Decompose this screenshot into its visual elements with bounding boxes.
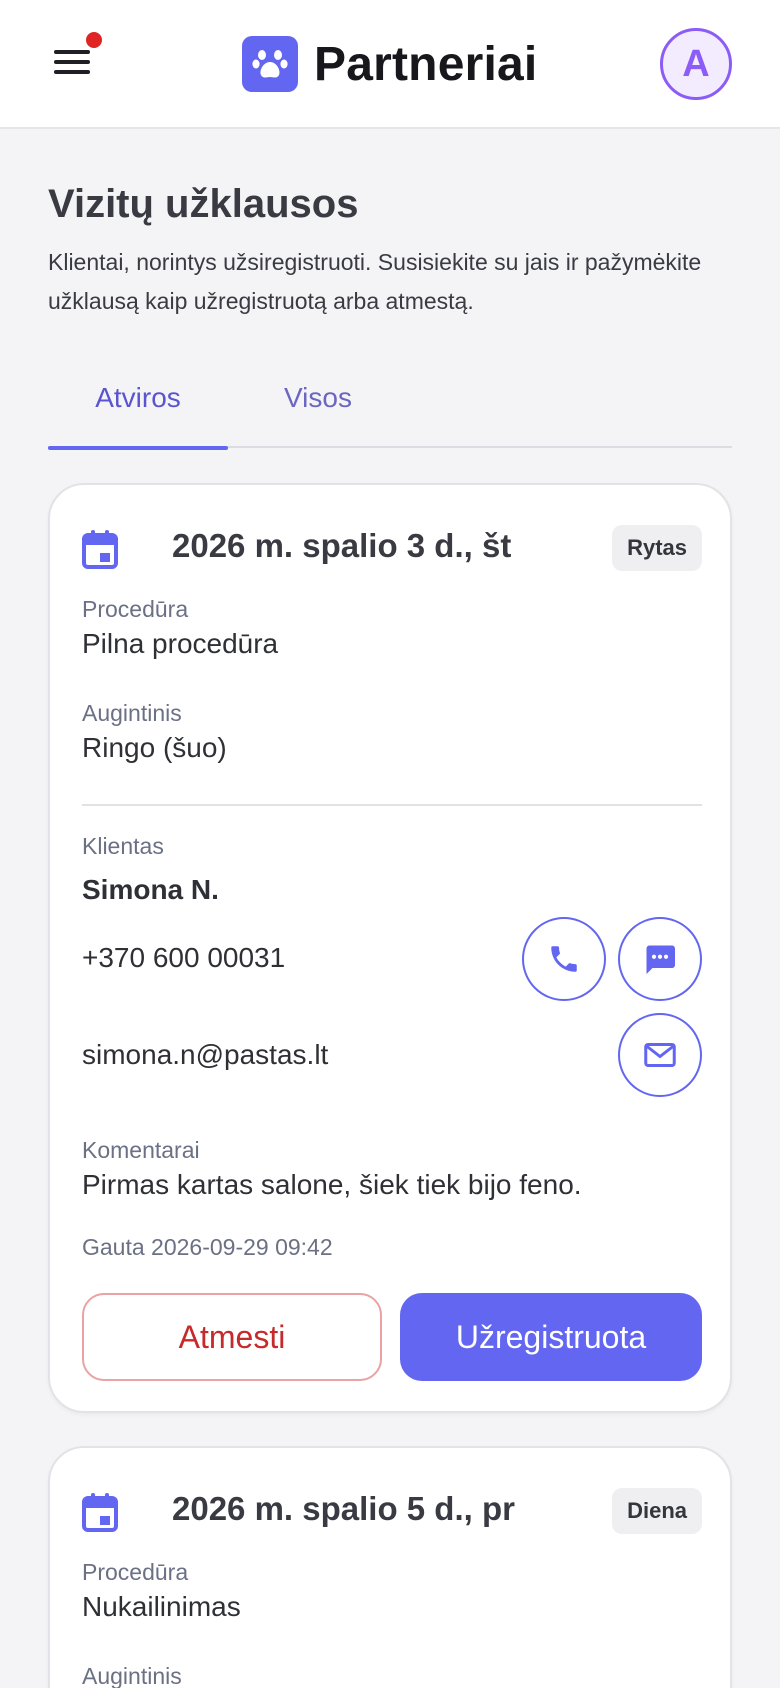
paw-icon — [242, 36, 298, 92]
phone-icon — [551, 946, 577, 972]
time-slot-badge: Rytas — [612, 525, 702, 571]
comments-value: Pirmas kartas salone, šiek tiek bijo fen… — [82, 1169, 582, 1200]
notification-dot — [86, 32, 102, 48]
calendar-icon — [82, 530, 118, 569]
email-button[interactable] — [618, 1013, 702, 1097]
message-icon — [646, 945, 675, 974]
request-date-row: 2026 m. spalio 5 d., pr Diena — [82, 1488, 702, 1538]
page-title: Vizitų užklausos — [48, 182, 359, 226]
menu-bar — [54, 60, 90, 64]
client-label: Klientas — [82, 833, 164, 859]
card-divider — [82, 804, 702, 806]
page-subtitle: Klientai, norintys užsiregistruoti. Susi… — [48, 249, 702, 314]
request-tabs: Atviros Visos — [48, 376, 732, 450]
pet-value: Ringo (šuo) — [82, 732, 227, 763]
app-title: Partneriai — [314, 37, 538, 91]
request-card: 2026 m. spalio 5 d., pr Diena Procedūra … — [48, 1446, 732, 1688]
procedure-label: Procedūra — [82, 596, 189, 622]
time-slot-badge: Diena — [612, 1488, 702, 1534]
user-avatar[interactable]: A — [660, 28, 732, 100]
top-app-bar: Partneriai A — [0, 0, 780, 129]
pet-label: Augintinis — [82, 1663, 182, 1688]
reject-button[interactable]: Atmesti — [82, 1293, 382, 1381]
call-button[interactable] — [522, 917, 606, 1001]
pet-label: Augintinis — [82, 700, 182, 726]
received-timestamp: Gauta 2026-09-29 09:42 — [82, 1234, 333, 1260]
menu-bar — [54, 70, 90, 74]
request-date: 2026 m. spalio 5 d., pr — [172, 1490, 515, 1527]
tab-open[interactable]: Atviros — [48, 376, 228, 450]
calendar-icon — [82, 1493, 118, 1532]
menu-bar — [54, 50, 90, 54]
tab-all[interactable]: Visos — [228, 376, 408, 448]
avatar-letter: A — [682, 42, 710, 85]
procedure-value: Pilna procedūra — [82, 628, 279, 659]
sms-button[interactable] — [618, 917, 702, 1001]
mail-icon — [644, 1043, 676, 1067]
comments-label: Komentarai — [82, 1137, 200, 1163]
procedure-value: Nukailinimas — [82, 1591, 241, 1622]
client-name: Simona N. — [82, 874, 219, 905]
request-date-row: 2026 m. spalio 3 d., št Rytas — [82, 525, 702, 575]
brand: Partneriai — [242, 35, 537, 93]
procedure-label: Procedūra — [82, 1559, 189, 1585]
hamburger-menu-button[interactable] — [50, 44, 94, 80]
request-date: 2026 m. spalio 3 d., št — [172, 527, 512, 564]
mark-registered-button[interactable]: Užregistruota — [400, 1293, 702, 1381]
client-phone: +370 600 00031 — [82, 942, 286, 973]
request-card: 2026 m. spalio 3 d., št Rytas Procedūra … — [48, 483, 732, 1413]
client-email: simona.n@pastas.lt — [82, 1039, 329, 1070]
